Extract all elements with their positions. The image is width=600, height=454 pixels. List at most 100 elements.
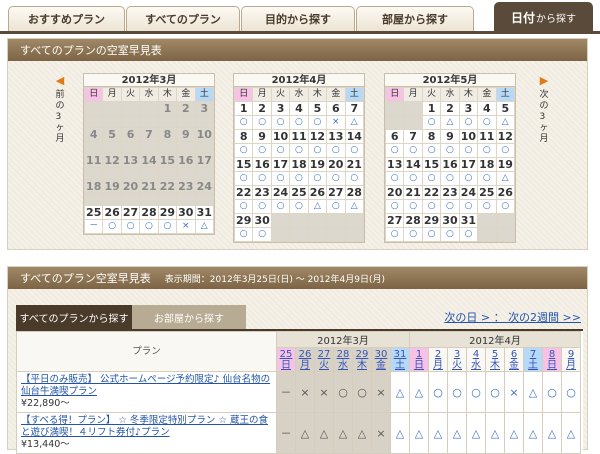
next-2-weeks-link[interactable]: 次の2週間 >>: [508, 311, 581, 324]
availability-mark[interactable]: △: [352, 412, 372, 454]
calendar-day[interactable]: 13: [384, 157, 405, 172]
calendar-day[interactable]: 5: [495, 101, 516, 116]
availability-mark[interactable]: △: [344, 199, 365, 214]
tab-by-purpose[interactable]: 目的から探す: [241, 6, 355, 31]
calendar-day[interactable]: 4: [477, 101, 497, 116]
availability-mark[interactable]: △: [390, 412, 410, 454]
weekday-link[interactable]: 日: [414, 360, 424, 371]
calendar-day[interactable]: 26: [307, 185, 328, 200]
next-day-link[interactable]: 次の日 >: [444, 311, 490, 324]
availability-mark[interactable]: △: [314, 412, 334, 454]
availability-mark[interactable]: △: [390, 371, 410, 413]
availability-mark[interactable]: ○: [447, 371, 467, 413]
calendar-day[interactable]: 29: [421, 213, 442, 228]
calendar-day[interactable]: 4: [289, 101, 309, 116]
calendar-day[interactable]: 14: [344, 129, 365, 144]
calendar-day[interactable]: 8: [421, 129, 442, 144]
availability-mark[interactable]: ○: [458, 199, 479, 214]
date-link[interactable]: 7: [530, 349, 536, 360]
weekday-link[interactable]: 土: [528, 360, 538, 371]
calendar-day[interactable]: 30: [176, 205, 196, 220]
calendar-day[interactable]: 18: [289, 157, 309, 172]
date-link[interactable]: 9: [568, 349, 574, 360]
availability-mark[interactable]: ○: [289, 199, 309, 214]
calendar-day[interactable]: 9: [252, 129, 272, 144]
calendar-day[interactable]: 2: [252, 101, 272, 116]
weekday-link[interactable]: 日: [281, 360, 291, 371]
availability-mark[interactable]: ○: [270, 199, 291, 214]
date-link[interactable]: 28: [337, 349, 350, 360]
date-link[interactable]: 29: [356, 349, 369, 360]
availability-mark[interactable]: ○: [440, 227, 460, 242]
availability-mark[interactable]: ○: [421, 227, 442, 242]
weekday-link[interactable]: 火: [452, 360, 462, 371]
calendar-day[interactable]: 11: [289, 129, 309, 144]
availability-mark[interactable]: ○: [270, 143, 291, 158]
availability-mark[interactable]: ○: [495, 143, 516, 158]
availability-mark[interactable]: ○: [289, 171, 309, 186]
calendar-day[interactable]: 1: [233, 101, 254, 116]
date-link[interactable]: 3: [454, 349, 460, 360]
weekday-link[interactable]: 木: [490, 360, 500, 371]
availability-mark[interactable]: △: [428, 412, 448, 454]
tab-recommended[interactable]: おすすめプラン: [8, 6, 125, 31]
availability-mark[interactable]: ○: [344, 171, 365, 186]
availability-mark[interactable]: ○: [252, 171, 272, 186]
availability-mark[interactable]: ○: [421, 199, 442, 214]
date-link[interactable]: 1: [416, 349, 422, 360]
tab-by-room[interactable]: 部屋から探す: [356, 6, 474, 31]
availability-mark[interactable]: ○: [495, 199, 516, 214]
date-link[interactable]: 8: [549, 349, 555, 360]
availability-mark[interactable]: ○: [458, 171, 479, 186]
availability-mark[interactable]: ○: [428, 371, 448, 413]
calendar-day[interactable]: 6: [384, 129, 405, 144]
calendar-day[interactable]: 29: [157, 205, 178, 220]
weekday-link[interactable]: 土: [395, 360, 405, 371]
prev-3-months-button[interactable]: ◀ 前の3ヶ月: [52, 75, 68, 175]
calendar-day[interactable]: 20: [326, 157, 346, 172]
calendar-day[interactable]: 17: [270, 157, 291, 172]
weekday-link[interactable]: 月: [300, 360, 310, 371]
availability-mark[interactable]: ○: [233, 115, 254, 130]
calendar-day[interactable]: 6: [326, 101, 346, 116]
availability-mark[interactable]: ○: [307, 115, 328, 130]
calendar-day[interactable]: 1: [421, 101, 442, 116]
availability-mark[interactable]: △: [523, 371, 543, 413]
calendar-day[interactable]: 16: [252, 157, 272, 172]
tab-by-date[interactable]: 日付 から探す: [494, 2, 593, 31]
date-link[interactable]: 30: [375, 349, 388, 360]
availability-mark[interactable]: △: [447, 412, 467, 454]
availability-mark[interactable]: ○: [485, 371, 505, 413]
availability-mark[interactable]: △: [295, 412, 315, 454]
calendar-day[interactable]: 27: [120, 205, 141, 220]
calendar-day[interactable]: 23: [252, 185, 272, 200]
availability-mark[interactable]: △: [523, 412, 543, 454]
availability-mark[interactable]: △: [542, 412, 562, 454]
availability-mark[interactable]: ○: [102, 219, 122, 234]
availability-mark[interactable]: ○: [384, 199, 405, 214]
weekday-link[interactable]: 金: [509, 360, 519, 371]
tab-all-plans-search[interactable]: すべてのプランから探す: [16, 305, 132, 329]
availability-mark[interactable]: ○: [403, 199, 423, 214]
availability-mark[interactable]: ○: [120, 219, 141, 234]
availability-mark[interactable]: ○: [333, 371, 353, 413]
calendar-day[interactable]: 28: [403, 213, 423, 228]
availability-mark[interactable]: ○: [307, 171, 328, 186]
calendar-day[interactable]: 21: [344, 157, 365, 172]
calendar-day[interactable]: 12: [495, 129, 516, 144]
calendar-day[interactable]: 23: [440, 185, 460, 200]
weekday-link[interactable]: 月: [433, 360, 443, 371]
calendar-day[interactable]: 3: [270, 101, 291, 116]
availability-mark[interactable]: ○: [466, 371, 486, 413]
availability-mark[interactable]: ○: [233, 171, 254, 186]
weekday-link[interactable]: 木: [357, 360, 367, 371]
availability-mark[interactable]: ○: [561, 371, 581, 413]
availability-mark[interactable]: △: [466, 412, 486, 454]
date-link[interactable]: 5: [492, 349, 498, 360]
availability-mark[interactable]: △: [194, 219, 215, 234]
availability-mark[interactable]: ○: [289, 115, 309, 130]
availability-mark[interactable]: ○: [477, 143, 497, 158]
next-3-months-button[interactable]: ▶ 次の3ヶ月: [536, 75, 552, 175]
calendar-day[interactable]: 19: [495, 157, 516, 172]
availability-mark[interactable]: △: [495, 171, 516, 186]
